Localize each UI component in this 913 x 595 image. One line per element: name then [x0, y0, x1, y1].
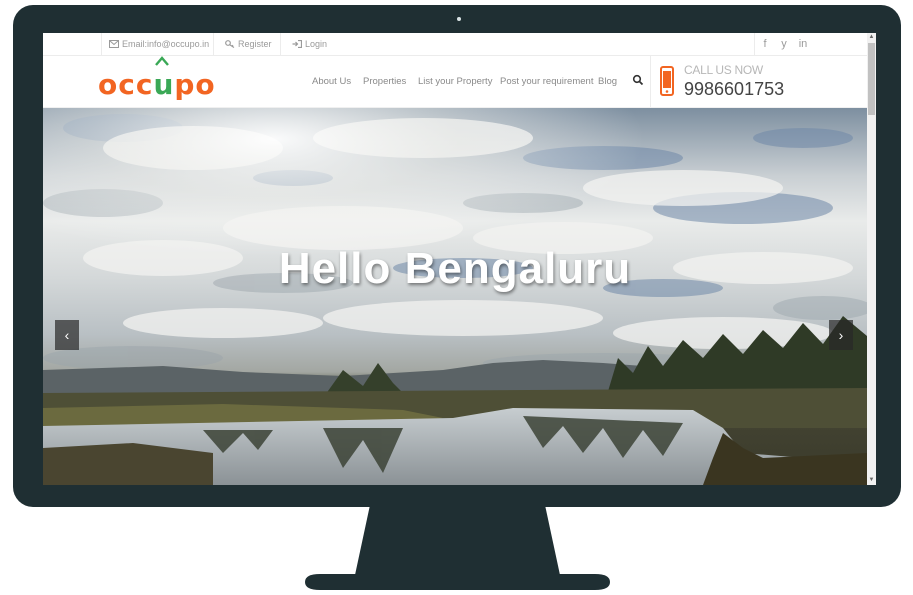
facebook-icon[interactable]: f: [756, 33, 774, 55]
twitter-icon[interactable]: y: [775, 33, 793, 55]
topbar-divider: [754, 33, 755, 55]
scroll-down-arrow-icon[interactable]: ▼: [867, 476, 876, 485]
nav-post-requirement[interactable]: Post your requirement: [500, 56, 593, 107]
email-link[interactable]: Email:info@occupo.in: [109, 33, 209, 55]
header-divider: [650, 56, 651, 107]
scroll-thumb[interactable]: [868, 43, 875, 115]
call-us-label: CALL US NOW: [684, 63, 763, 77]
mobile-phone-icon: [660, 66, 674, 96]
browser-screen: Email:info@occupo.in Register Login f y …: [43, 33, 876, 485]
key-icon: [225, 40, 235, 48]
monitor-camera: [457, 17, 461, 21]
logo-roof-icon: [155, 56, 169, 66]
linkedin-icon[interactable]: in: [794, 33, 812, 55]
slider-prev-button[interactable]: ‹: [55, 320, 79, 350]
nav-about-us[interactable]: About Us: [312, 56, 351, 107]
top-info-bar: Email:info@occupo.in Register Login f y …: [43, 33, 867, 56]
nav-blog[interactable]: Blog: [598, 56, 617, 107]
nav-properties[interactable]: Properties: [363, 56, 406, 107]
search-icon[interactable]: [632, 74, 644, 86]
hero-landscape-image: [43, 108, 867, 485]
login-icon: [292, 40, 302, 48]
call-us-number[interactable]: 9986601753: [684, 79, 784, 100]
register-label: Register: [238, 39, 272, 49]
register-link[interactable]: Register: [225, 33, 272, 55]
envelope-icon: [109, 40, 119, 48]
nav-list-property[interactable]: List your Property: [418, 56, 492, 107]
occupo-logo[interactable]: occupo: [98, 67, 216, 103]
logo-part: u: [153, 68, 175, 101]
slider-next-button[interactable]: ›: [829, 320, 853, 350]
topbar-divider: [213, 33, 214, 55]
hero-title: Hello Bengaluru: [278, 244, 632, 293]
email-label: Email:info@occupo.in: [122, 39, 210, 49]
logo-part: po: [174, 68, 216, 101]
topbar-divider: [280, 33, 281, 55]
topbar-divider: [101, 33, 102, 55]
logo-part: occ: [98, 68, 154, 101]
login-link[interactable]: Login: [292, 33, 327, 55]
page-scrollbar[interactable]: ▲ ▼: [867, 33, 876, 485]
login-label: Login: [305, 39, 328, 49]
hero-slider: Hello Bengaluru ‹ ›: [43, 108, 867, 485]
scroll-up-arrow-icon[interactable]: ▲: [867, 33, 876, 42]
